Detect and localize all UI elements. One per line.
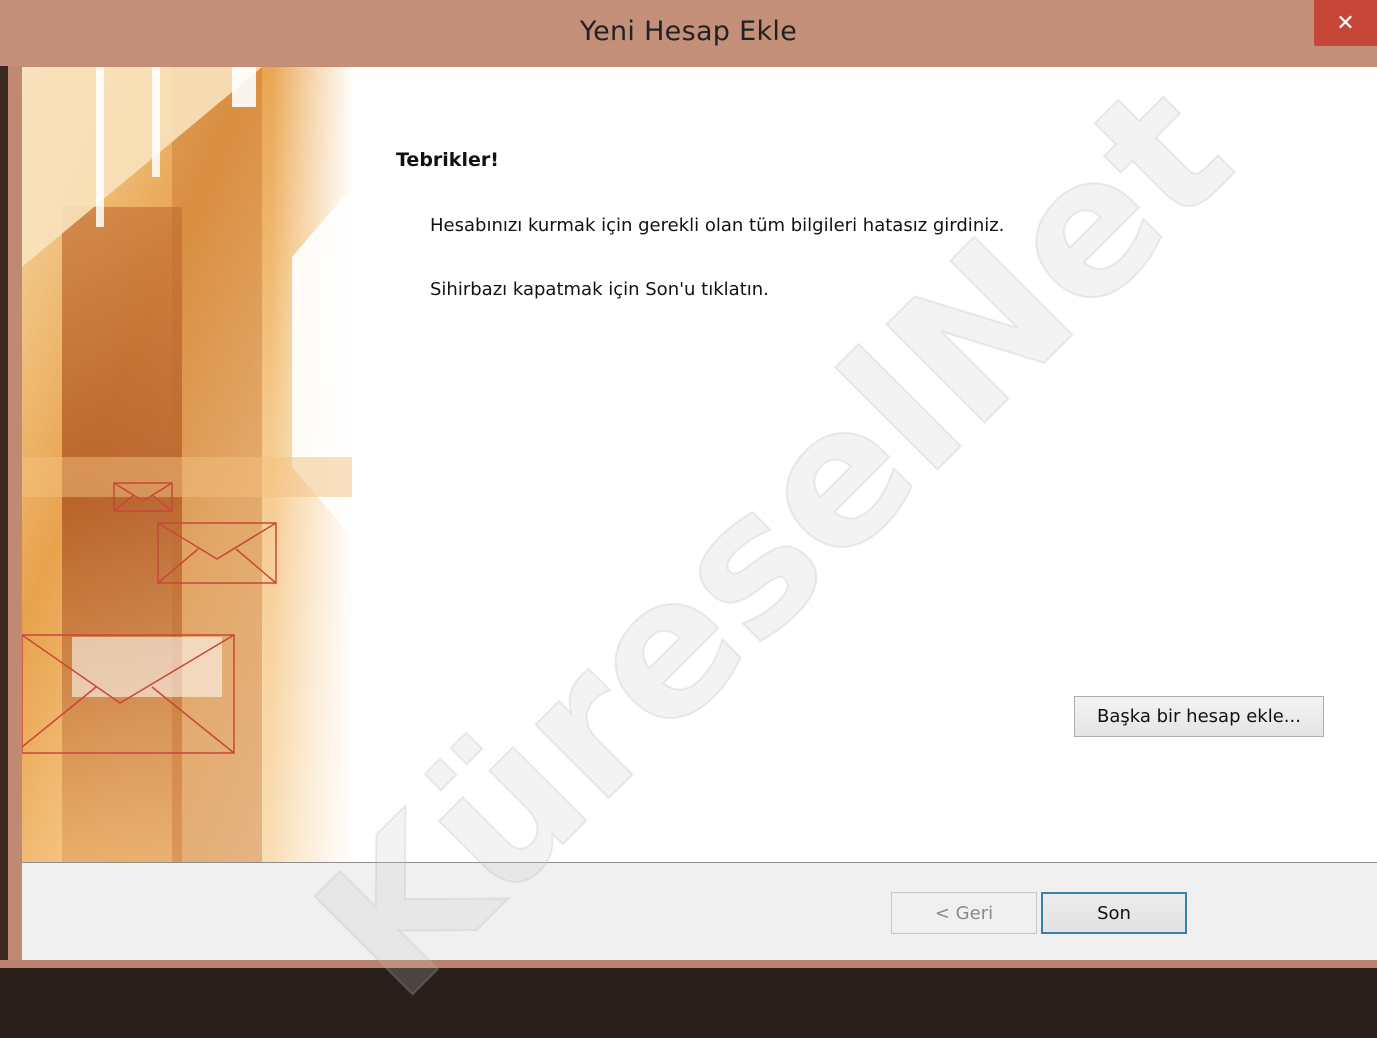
finish-button[interactable]: Son bbox=[1041, 892, 1187, 934]
wizard-footer: < Geri Son bbox=[22, 862, 1377, 960]
window-frame-left bbox=[0, 66, 22, 968]
dialog-window: Yeni Hesap Ekle ✕ Tebrikler! Hesabınızı … bbox=[0, 0, 1377, 968]
close-icon: ✕ bbox=[1336, 10, 1355, 36]
close-button[interactable]: ✕ bbox=[1314, 0, 1377, 46]
info-text-complete: Hesabınızı kurmak için gerekli olan tüm … bbox=[430, 215, 1005, 236]
dialog-client-area: Tebrikler! Hesabınızı kurmak için gerekl… bbox=[22, 67, 1377, 960]
title-bar: Yeni Hesap Ekle ✕ bbox=[0, 0, 1377, 66]
congrats-heading: Tebrikler! bbox=[396, 149, 499, 171]
window-frame-bottom bbox=[0, 960, 1377, 968]
wizard-content: Tebrikler! Hesabınızı kurmak için gerekl… bbox=[352, 67, 1377, 862]
info-text-close: Sihirbazı kapatmak için Son'u tıklatın. bbox=[430, 279, 769, 300]
add-another-account-button[interactable]: Başka bir hesap ekle... bbox=[1074, 696, 1324, 737]
back-button: < Geri bbox=[891, 892, 1037, 934]
window-title: Yeni Hesap Ekle bbox=[579, 16, 798, 47]
wizard-side-art bbox=[22, 67, 352, 862]
